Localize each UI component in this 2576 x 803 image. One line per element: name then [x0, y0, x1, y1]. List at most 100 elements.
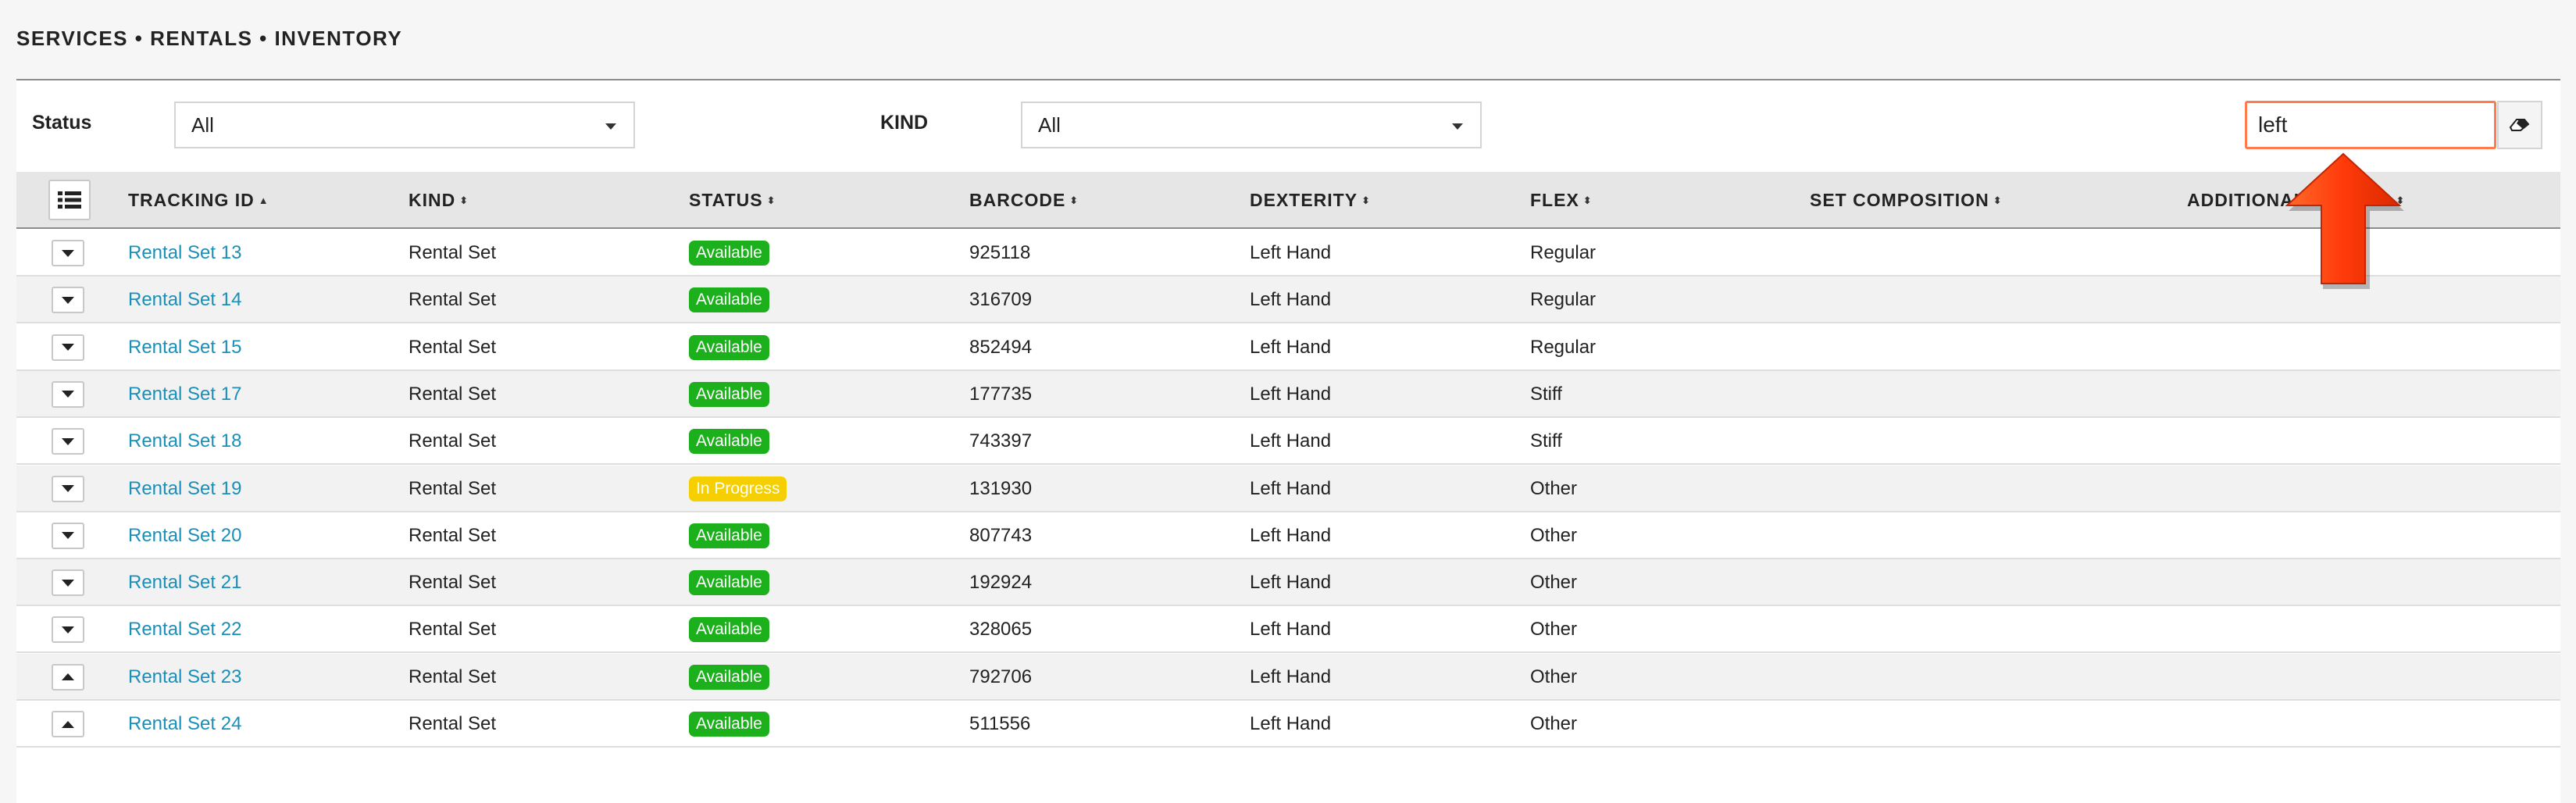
table-row: Rental Set 21 Rental Set Available 192924 Le…: [16, 559, 2560, 607]
row-expand-toggle[interactable]: [52, 663, 84, 691]
row-expand-toggle[interactable]: [52, 334, 84, 361]
dexterity-cell: Left Hand: [1250, 242, 1332, 263]
row-expand-toggle[interactable]: [52, 380, 84, 408]
status-cell: Available: [689, 654, 769, 701]
sort-ascending-icon: ▲: [258, 195, 269, 206]
barcode-cell: 131930: [969, 477, 1033, 499]
chevron-down-icon: [62, 532, 74, 540]
kind-filter-select[interactable]: All: [1021, 102, 1482, 148]
kind-cell: Rental Set: [409, 242, 497, 263]
table-row: Rental Set 14 Rental Set Available 316709 Le…: [16, 277, 2560, 324]
barcode-cell: 743397: [969, 430, 1033, 452]
status-cell: Available: [689, 512, 769, 559]
sort-icon: ⬍: [1069, 195, 1079, 206]
status-badge: Available: [689, 381, 769, 407]
tracking-id-cell[interactable]: Rental Set 24: [128, 701, 241, 748]
kind-cell: Rental Set: [409, 477, 497, 499]
breadcrumb: SERVICES • RENTALS • INVENTORY: [16, 27, 403, 50]
tracking-id-cell[interactable]: Rental Set 15: [128, 324, 241, 371]
kind-cell: Rental Set: [409, 289, 497, 311]
status-cell: Available: [689, 418, 769, 465]
status-badge: Available: [689, 429, 769, 455]
sort-icon: ⬍: [1993, 195, 2003, 206]
tracking-id-cell[interactable]: Rental Set 13: [128, 230, 241, 277]
kind-filter-value: All: [1038, 112, 1061, 137]
dexterity-cell: Left Hand: [1250, 572, 1332, 594]
status-badge: Available: [689, 664, 769, 690]
flex-cell: Other: [1530, 524, 1578, 546]
kind-cell: Rental Set: [409, 383, 497, 405]
row-expand-toggle[interactable]: [52, 569, 84, 597]
tracking-id-cell[interactable]: Rental Set 22: [128, 606, 241, 653]
column-header-label: DEXTERITY: [1250, 190, 1358, 210]
dexterity-cell: Left Hand: [1250, 383, 1332, 405]
status-cell: Available: [689, 559, 769, 606]
status-cell: Available: [689, 701, 769, 748]
status-cell: In Progress: [689, 466, 787, 512]
tracking-id-cell[interactable]: Rental Set 17: [128, 371, 241, 418]
status-badge: Available: [689, 241, 769, 266]
column-header-set-composition[interactable]: SET COMPOSITION ⬍: [1810, 172, 2003, 229]
tracking-id-cell[interactable]: Rental Set 21: [128, 559, 241, 606]
sort-icon: ⬍: [459, 195, 469, 206]
chevron-down-icon: [62, 296, 74, 304]
flex-cell: Other: [1530, 619, 1578, 641]
column-header-tracking-id[interactable]: TRACKING ID ▲: [128, 172, 269, 229]
column-header-label: KIND: [409, 190, 456, 210]
caret-down-icon: [605, 123, 616, 130]
status-filter-select[interactable]: All: [174, 102, 635, 148]
row-expand-toggle[interactable]: [52, 240, 84, 266]
row-expand-toggle[interactable]: [52, 287, 84, 314]
table-row: Rental Set 22 Rental Set Available 328065 Le…: [16, 606, 2560, 654]
kind-filter-label: KIND: [880, 112, 929, 134]
status-badge: Available: [689, 617, 769, 643]
dexterity-cell: Left Hand: [1250, 430, 1332, 452]
status-filter-label: Status: [32, 112, 92, 134]
chevron-down-icon: [62, 249, 74, 257]
row-expand-toggle[interactable]: [52, 475, 84, 502]
table-row: Rental Set 19 Rental Set In Progress 131930…: [16, 465, 2560, 512]
tracking-id-cell[interactable]: Rental Set 14: [128, 277, 241, 323]
flex-cell: Regular: [1530, 242, 1597, 263]
tracking-id-cell[interactable]: Rental Set 23: [128, 654, 241, 701]
dexterity-cell: Left Hand: [1250, 619, 1332, 641]
kind-cell: Rental Set: [409, 572, 497, 594]
kind-cell: Rental Set: [409, 430, 497, 452]
column-header-kind[interactable]: KIND ⬍: [409, 172, 469, 229]
row-expand-toggle[interactable]: [52, 522, 84, 549]
tracking-id-cell[interactable]: Rental Set 19: [128, 466, 241, 512]
column-header-flex[interactable]: FLEX ⬍: [1530, 172, 1593, 229]
table-row: Rental Set 15 Rental Set Available 852494 Le…: [16, 323, 2560, 371]
search-input[interactable]: [2245, 101, 2496, 149]
kind-cell: Rental Set: [409, 336, 497, 358]
row-expand-toggle[interactable]: [52, 428, 84, 455]
tracking-id-cell[interactable]: Rental Set 18: [128, 418, 241, 465]
column-header-status[interactable]: STATUS ⬍: [689, 172, 776, 229]
table-row: Rental Set 13 Rental Set Available 925118 Le…: [16, 230, 2560, 277]
sort-icon: ⬍: [1582, 195, 1593, 206]
row-expand-toggle[interactable]: [52, 616, 84, 644]
column-header-dexterity[interactable]: DEXTERITY ⬍: [1250, 172, 1371, 229]
column-header-barcode[interactable]: BARCODE ⬍: [969, 172, 1079, 229]
row-expand-toggle[interactable]: [52, 711, 84, 737]
chevron-down-icon: [62, 344, 74, 352]
table-row: Rental Set 23 Rental Set Available 792706 Le…: [16, 653, 2560, 701]
chevron-down-icon: [62, 391, 74, 398]
barcode-cell: 807743: [969, 524, 1033, 546]
status-badge: Available: [689, 287, 769, 313]
dexterity-cell: Left Hand: [1250, 477, 1332, 499]
column-header-label: STATUS: [689, 190, 763, 210]
list-icon: [58, 191, 81, 209]
barcode-cell: 852494: [969, 336, 1033, 358]
flex-cell: Regular: [1530, 289, 1597, 311]
barcode-cell: 792706: [969, 666, 1033, 687]
clear-search-button[interactable]: [2497, 101, 2542, 149]
column-menu-button[interactable]: [48, 180, 91, 220]
status-badge: Available: [689, 523, 769, 548]
tracking-id-cell[interactable]: Rental Set 20: [128, 512, 241, 559]
barcode-cell: 177735: [969, 383, 1033, 405]
column-header-label: FLEX: [1530, 190, 1579, 210]
kind-cell: Rental Set: [409, 619, 497, 641]
status-cell: Available: [689, 606, 769, 653]
chevron-down-icon: [62, 485, 74, 492]
